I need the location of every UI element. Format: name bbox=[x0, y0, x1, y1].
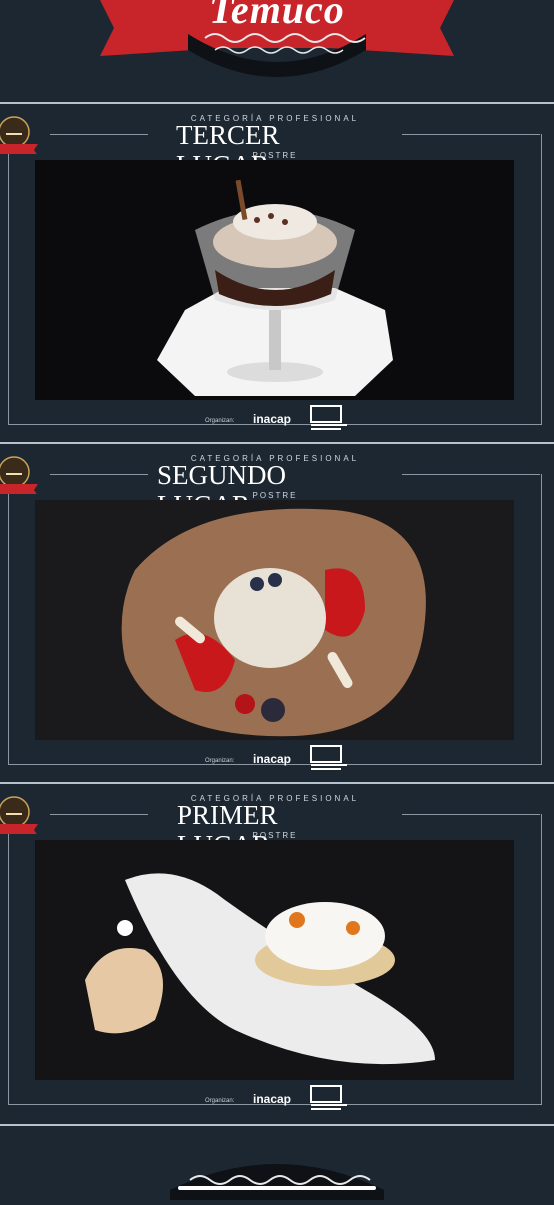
header-title: Temuco bbox=[209, 0, 345, 32]
award-panel-third: CATEGORÍA PROFESIONAL TERCER LUGAR POSTR… bbox=[0, 102, 554, 440]
footer-emblem bbox=[0, 1124, 554, 1200]
festival-badge-icon bbox=[0, 456, 38, 494]
temuco-logo bbox=[310, 745, 347, 770]
organizers-label: Organizan: bbox=[205, 1098, 235, 1104]
inacap-logo: inacap bbox=[253, 752, 292, 766]
footer-divider bbox=[0, 1124, 554, 1126]
dessert-photo bbox=[35, 500, 514, 740]
organizers-label: Organizan: bbox=[205, 758, 235, 764]
postre-label: POSTRE bbox=[252, 491, 298, 500]
panel-divider bbox=[0, 442, 554, 444]
award-panel-second: CATEGORÍA PROFESIONAL SEGUNDO LUGAR POST… bbox=[0, 442, 554, 780]
award-panel-first: CATEGORÍA PROFESIONAL PRIMER LUGAR POSTR… bbox=[0, 782, 554, 1120]
temuco-logo bbox=[310, 405, 347, 430]
organizers-label: Organizan: bbox=[205, 418, 235, 424]
temuco-logo bbox=[310, 1085, 347, 1110]
postre-label: POSTRE bbox=[252, 151, 298, 160]
inacap-logo: inacap bbox=[253, 412, 292, 426]
dessert-photo bbox=[35, 160, 514, 400]
postre-label: POSTRE bbox=[252, 831, 298, 840]
panel-divider bbox=[0, 102, 554, 104]
header-banner: Temuco bbox=[0, 0, 554, 100]
festival-badge-icon bbox=[0, 116, 38, 154]
inacap-logo: inacap bbox=[253, 1092, 292, 1106]
emblem-graphic bbox=[170, 1164, 384, 1200]
dessert-photo bbox=[35, 840, 514, 1080]
festival-badge-icon bbox=[0, 796, 38, 834]
panel-divider bbox=[0, 782, 554, 784]
